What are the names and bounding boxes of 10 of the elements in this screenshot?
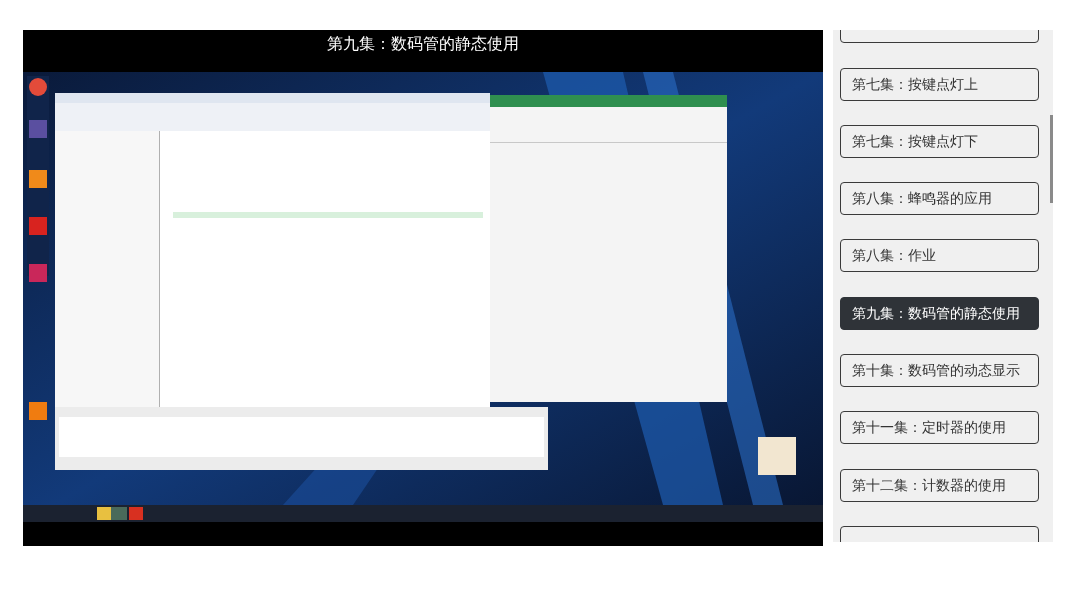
playlist-item[interactable]: 第十一集：定时器的使用 (840, 411, 1039, 445)
playlist-item[interactable]: 第八集：蜂鸣器的应用 (840, 182, 1039, 216)
video-title: 第九集：数码管的静态使用 (327, 33, 519, 55)
playlist-item[interactable]: 第十集：数码管的动态显示 (840, 354, 1039, 387)
playlist-item[interactable]: 第七集：按键点灯下 (840, 124, 1039, 158)
playlist-item[interactable]: 第九集：数码管的静态使用 (840, 296, 1039, 330)
playlist-item[interactable]: 第七集：按键点灯上 (840, 67, 1039, 101)
scrollbar-thumb[interactable] (1050, 115, 1053, 203)
playlist-item[interactable]: 第八集：作业 (840, 239, 1039, 273)
playlist-item[interactable]: 第十二集：计数器的使用 (840, 468, 1039, 502)
